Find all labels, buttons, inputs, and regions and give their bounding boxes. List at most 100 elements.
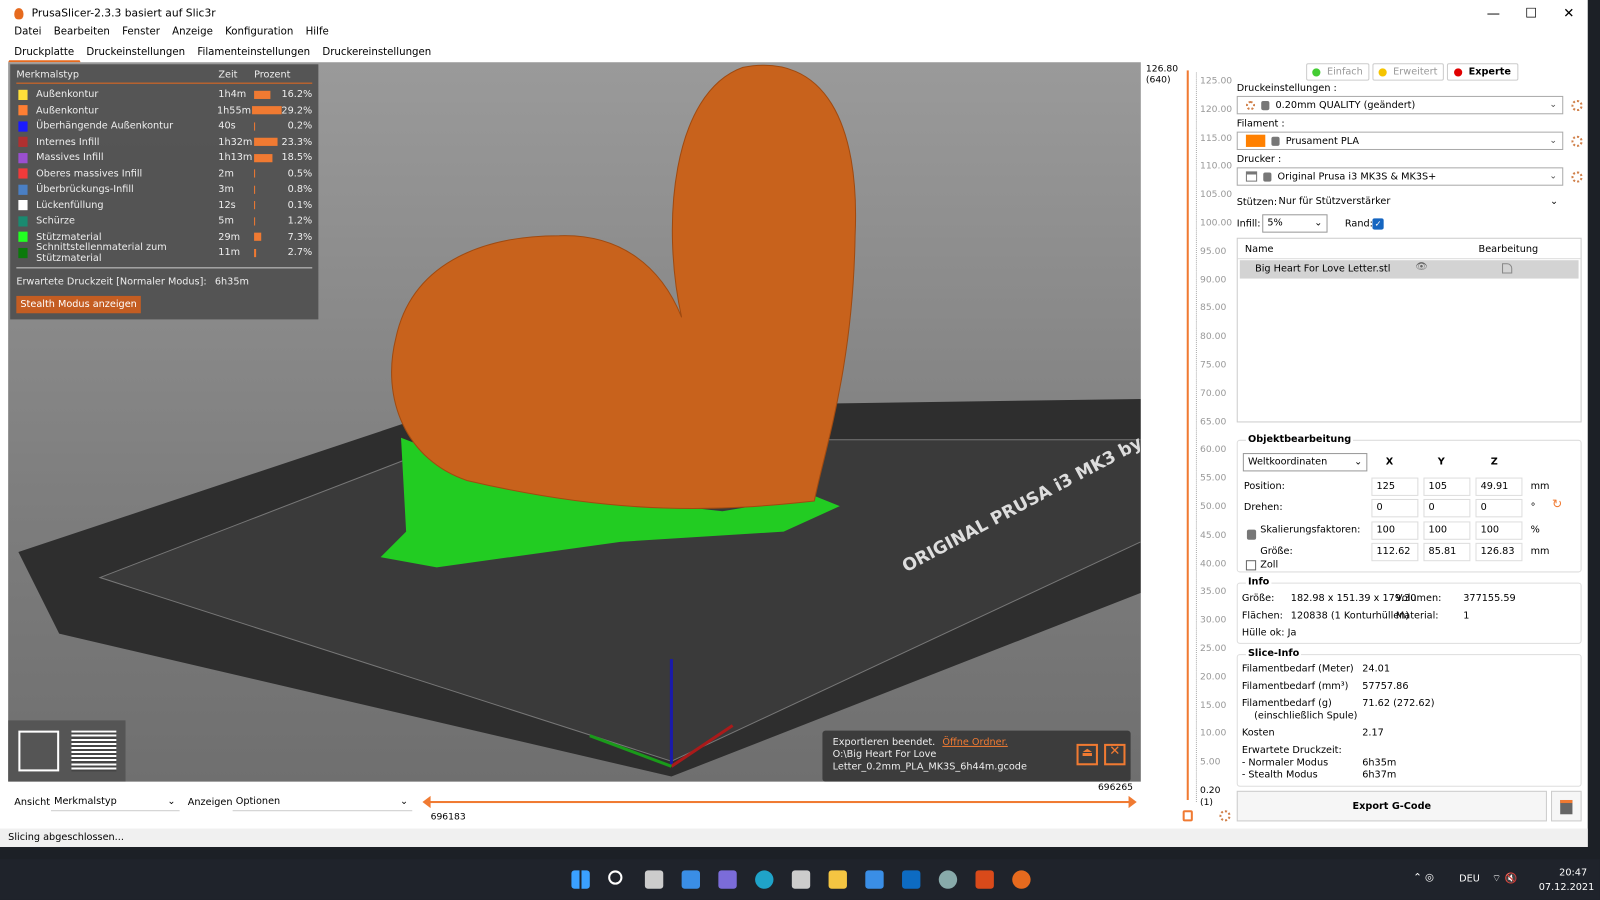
explorer-icon[interactable] xyxy=(828,870,847,889)
infill-combo[interactable]: 5% ⌄ xyxy=(1262,214,1328,233)
manip-value-field[interactable]: 0 xyxy=(1371,499,1419,518)
info-size-label: Größe: xyxy=(1241,592,1275,605)
menu-hilfe[interactable]: Hilfe xyxy=(299,27,334,43)
network-volume-icons[interactable]: ⌔ 🔇 xyxy=(1492,872,1518,885)
inches-checkbox[interactable] xyxy=(1245,560,1257,571)
top-layer-height: 126.80 xyxy=(1145,64,1179,75)
coord-system-select[interactable]: Weltkoordinaten ⌄ xyxy=(1242,453,1368,472)
reset-rotation-icon[interactable]: ↻ xyxy=(1552,497,1562,511)
print-settings-gear-icon[interactable] xyxy=(1571,99,1583,112)
manip-value-field[interactable]: 126.83 xyxy=(1475,542,1523,562)
close-notification-button[interactable]: ✕ xyxy=(1104,743,1126,766)
eye-icon[interactable]: 👁 xyxy=(1415,261,1427,272)
object-row[interactable]: Big Heart For Love Letter.stl 👁 xyxy=(1239,260,1579,279)
lock-icon[interactable] xyxy=(1182,810,1193,822)
store-icon[interactable] xyxy=(791,870,811,889)
manip-value-field[interactable]: 105 xyxy=(1423,477,1471,496)
menu-datei[interactable]: Datei xyxy=(8,27,47,43)
widgets-icon[interactable] xyxy=(681,870,700,889)
filezilla-icon[interactable] xyxy=(975,870,994,889)
close-button[interactable]: ✕ xyxy=(1550,0,1588,27)
slider-right-handle[interactable] xyxy=(1128,795,1137,809)
minimize-button[interactable]: — xyxy=(1474,0,1512,27)
settings-gear-icon[interactable] xyxy=(1219,810,1231,822)
percent-bar xyxy=(253,232,262,242)
manip-value-field[interactable]: 100 xyxy=(1423,521,1471,540)
feature-name: Außenkontur xyxy=(36,104,99,117)
sidebar: Einfach Erweitert Experte Druckeinstellu… xyxy=(1236,63,1584,828)
open-folder-link[interactable]: Öffne Ordner. xyxy=(942,737,1007,748)
menu-konfiguration[interactable]: Konfiguration xyxy=(219,27,300,43)
manip-value-field[interactable]: 125 xyxy=(1371,477,1419,496)
tab-druckplatte[interactable]: Druckplatte xyxy=(8,44,81,63)
chat-icon[interactable] xyxy=(718,870,737,889)
filament-combo[interactable]: Prusament PLA ⌄ xyxy=(1236,131,1564,150)
chevron-down-icon: ⌄ xyxy=(1314,217,1323,229)
clock-date[interactable]: 07.12.2021 xyxy=(1539,882,1595,893)
slider-track[interactable] xyxy=(1186,70,1189,800)
ruler-tick: 50.00 xyxy=(1199,502,1227,513)
manip-value-field[interactable]: 112.62 xyxy=(1371,542,1419,562)
tab-druckeinstellungen[interactable]: Druckeinstellungen xyxy=(80,44,191,62)
start-icon[interactable] xyxy=(571,870,590,889)
edge-icon[interactable] xyxy=(755,870,774,889)
search-icon[interactable] xyxy=(608,870,623,885)
menu-anzeige[interactable]: Anzeige xyxy=(166,27,219,43)
print-settings-combo[interactable]: 0.20mm QUALITY (geändert) ⌄ xyxy=(1236,95,1564,115)
filament-gear-icon[interactable] xyxy=(1571,135,1583,147)
manip-value-field[interactable]: 0 xyxy=(1423,499,1471,518)
ruler-tick: 35.00 xyxy=(1199,587,1227,598)
tab-druckereinstellungen[interactable]: Druckereinstellungen xyxy=(316,44,437,62)
color-swatch xyxy=(18,105,28,116)
mode-erweitert-button[interactable]: Erweitert xyxy=(1372,63,1444,81)
scale-lock-icon[interactable] xyxy=(1246,529,1257,540)
info-material-label: Material: xyxy=(1395,610,1439,622)
send-to-printer-button[interactable] xyxy=(1551,790,1582,822)
manip-value-field[interactable]: 49.91 xyxy=(1475,477,1523,496)
edit-icon[interactable] xyxy=(1502,263,1513,274)
mode-einfach-button[interactable]: Einfach xyxy=(1306,63,1370,81)
task-view-icon[interactable] xyxy=(644,870,664,889)
printer-combo[interactable]: Original Prusa i3 MK3S & MK3S+ ⌄ xyxy=(1236,167,1564,186)
supports-value: Nur für Stützverstärker xyxy=(1278,195,1391,208)
preview-layers-icon[interactable] xyxy=(71,730,117,772)
lock-icon xyxy=(1261,100,1270,110)
mode-experte-button[interactable]: Experte xyxy=(1446,63,1519,81)
color-swatch xyxy=(18,89,28,100)
brim-checkbox[interactable]: ✓ xyxy=(1372,218,1384,230)
manip-value-field[interactable]: 0 xyxy=(1475,499,1523,518)
eject-button[interactable]: ⏏ xyxy=(1076,743,1098,766)
stealth-mode-button[interactable]: Stealth Modus anzeigen xyxy=(16,295,141,313)
mail-icon[interactable] xyxy=(865,870,884,889)
supports-combo[interactable]: Nur für Stützverstärker ⌄ xyxy=(1276,194,1564,211)
prusaslicer-icon[interactable] xyxy=(1012,870,1031,889)
slider-left-handle[interactable] xyxy=(422,795,431,809)
printer-label: Drucker : xyxy=(1236,154,1282,166)
slice-info-label: Erwartete Druckzeit: xyxy=(1241,744,1342,757)
show-select-value: Optionen xyxy=(235,795,281,808)
system-tray-icons[interactable]: ⌃ ◎ xyxy=(1413,872,1434,883)
preset-icon xyxy=(1245,100,1256,110)
manip-value-field[interactable]: 100 xyxy=(1371,521,1419,540)
layer-slider[interactable]: 126.80 (640) 125.00 120.00 115.00 110.00 105… xyxy=(1143,62,1235,822)
tab-filamenteinstellungen[interactable]: Filamenteinstellungen xyxy=(191,44,316,62)
feature-percent: 0.5% xyxy=(287,168,313,180)
percent-bar xyxy=(253,122,256,131)
printer-gear-icon[interactable] xyxy=(1571,171,1583,183)
clock-time[interactable]: 20:47 xyxy=(1559,867,1587,878)
menu-fenster[interactable]: Fenster xyxy=(116,27,166,43)
view-select[interactable]: Merkmalstyp ⌄ xyxy=(51,793,180,812)
print-settings-value: 0.20mm QUALITY (geändert) xyxy=(1275,99,1416,111)
export-gcode-button[interactable]: Export G-Code xyxy=(1236,790,1547,822)
3d-view-icon[interactable] xyxy=(18,730,60,772)
manip-value-field[interactable]: 100 xyxy=(1475,521,1523,540)
show-select[interactable]: Optionen ⌄ xyxy=(232,793,413,812)
outlook-icon[interactable] xyxy=(902,870,921,889)
legend-header-percent: Prozent xyxy=(254,69,291,81)
maximize-button[interactable]: ☐ xyxy=(1512,0,1550,27)
menu-bearbeiten[interactable]: Bearbeiten xyxy=(48,27,116,43)
manip-value-field[interactable]: 85.81 xyxy=(1423,542,1471,562)
horizontal-slider[interactable] xyxy=(426,801,1133,804)
settings-icon[interactable] xyxy=(938,870,958,889)
language-indicator[interactable]: DEU xyxy=(1459,873,1480,884)
